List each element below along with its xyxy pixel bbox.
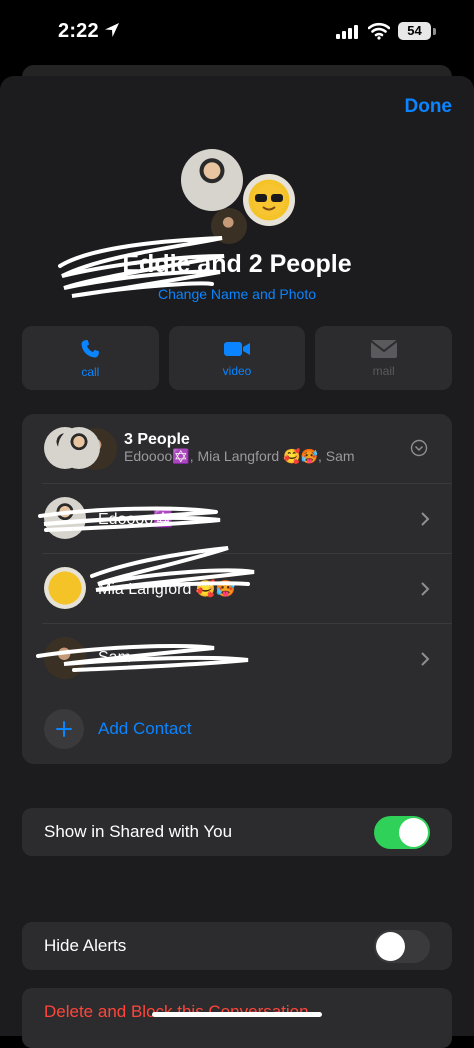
- members-summary-row[interactable]: 3 People Edoooo✡️, Mia Langford 🥰🥵, Sam: [22, 414, 452, 484]
- plus-icon: [56, 721, 72, 737]
- contact-avatar: [44, 567, 86, 609]
- contact-avatar: [44, 637, 86, 679]
- add-contact-label[interactable]: Add Contact: [98, 719, 192, 739]
- battery-tip: [433, 28, 436, 35]
- group-name: Eddie and 2 People: [122, 250, 352, 278]
- group-avatar-small-3: [58, 427, 100, 469]
- shared-with-you-toggle[interactable]: [374, 816, 430, 849]
- battery-indicator: 54: [398, 22, 431, 40]
- add-contact-button[interactable]: [44, 709, 84, 749]
- cellular-signal-icon: [336, 25, 358, 39]
- done-button[interactable]: Done: [405, 96, 453, 118]
- contact-name: Edoooo✡️: [98, 511, 174, 528]
- chevron-right-icon: [421, 512, 430, 526]
- hide-alerts-cell: Hide Alerts: [22, 922, 452, 970]
- phone-icon: [81, 339, 100, 357]
- change-name-photo-link[interactable]: Change Name and Photo: [0, 286, 474, 302]
- members-count: 3 People: [124, 431, 190, 448]
- home-indicator[interactable]: [152, 1012, 322, 1017]
- chevron-right-icon: [421, 652, 430, 666]
- contact-name: Sam: [98, 649, 131, 666]
- sunglasses-emoji-icon: [253, 184, 285, 216]
- contact-name: Mia Langford 🥰🥵: [98, 581, 236, 598]
- hide-alerts-label: Hide Alerts: [44, 936, 127, 955]
- member-avatar-2: [243, 174, 295, 226]
- call-label: call: [81, 364, 100, 379]
- expand-chevron-icon[interactable]: [410, 439, 428, 457]
- mail-label: mail: [372, 363, 395, 378]
- members-list: 3 People Edoooo✡️, Mia Langford 🥰🥵, Sam …: [22, 414, 452, 764]
- toggle-knob: [376, 932, 405, 961]
- video-label: video: [222, 363, 252, 378]
- mail-button[interactable]: mail: [315, 326, 453, 390]
- delete-block-cell[interactable]: Delete and Block this Conversation: [22, 988, 452, 1048]
- members-names: Edoooo✡️, Mia Langford 🥰🥵, Sam: [124, 448, 355, 464]
- chevron-right-icon: [421, 582, 430, 596]
- hide-alerts-toggle[interactable]: [374, 930, 430, 963]
- shared-with-you-label: Show in Shared with You: [44, 822, 233, 841]
- contact-row[interactable]: Edoooo✡️: [22, 484, 452, 554]
- quick-actions: call video mail: [22, 326, 453, 390]
- member-avatar-1: [181, 149, 243, 211]
- contact-row[interactable]: Sam: [22, 624, 452, 694]
- member-avatar-3: [211, 208, 247, 244]
- status-time: 2:22: [58, 20, 99, 42]
- toggle-knob: [399, 818, 428, 847]
- status-bar: 2:22 54: [0, 0, 474, 64]
- shared-with-you-cell: Show in Shared with You: [22, 808, 452, 856]
- call-button[interactable]: call: [22, 326, 159, 390]
- video-button[interactable]: video: [168, 326, 306, 390]
- contact-row[interactable]: Mia Langford 🥰🥵: [22, 546, 452, 624]
- contact-avatar: [44, 497, 86, 539]
- wifi-icon: [368, 22, 390, 40]
- video-icon: [224, 341, 250, 356]
- location-arrow-icon: [105, 23, 119, 37]
- mail-icon: [370, 339, 398, 358]
